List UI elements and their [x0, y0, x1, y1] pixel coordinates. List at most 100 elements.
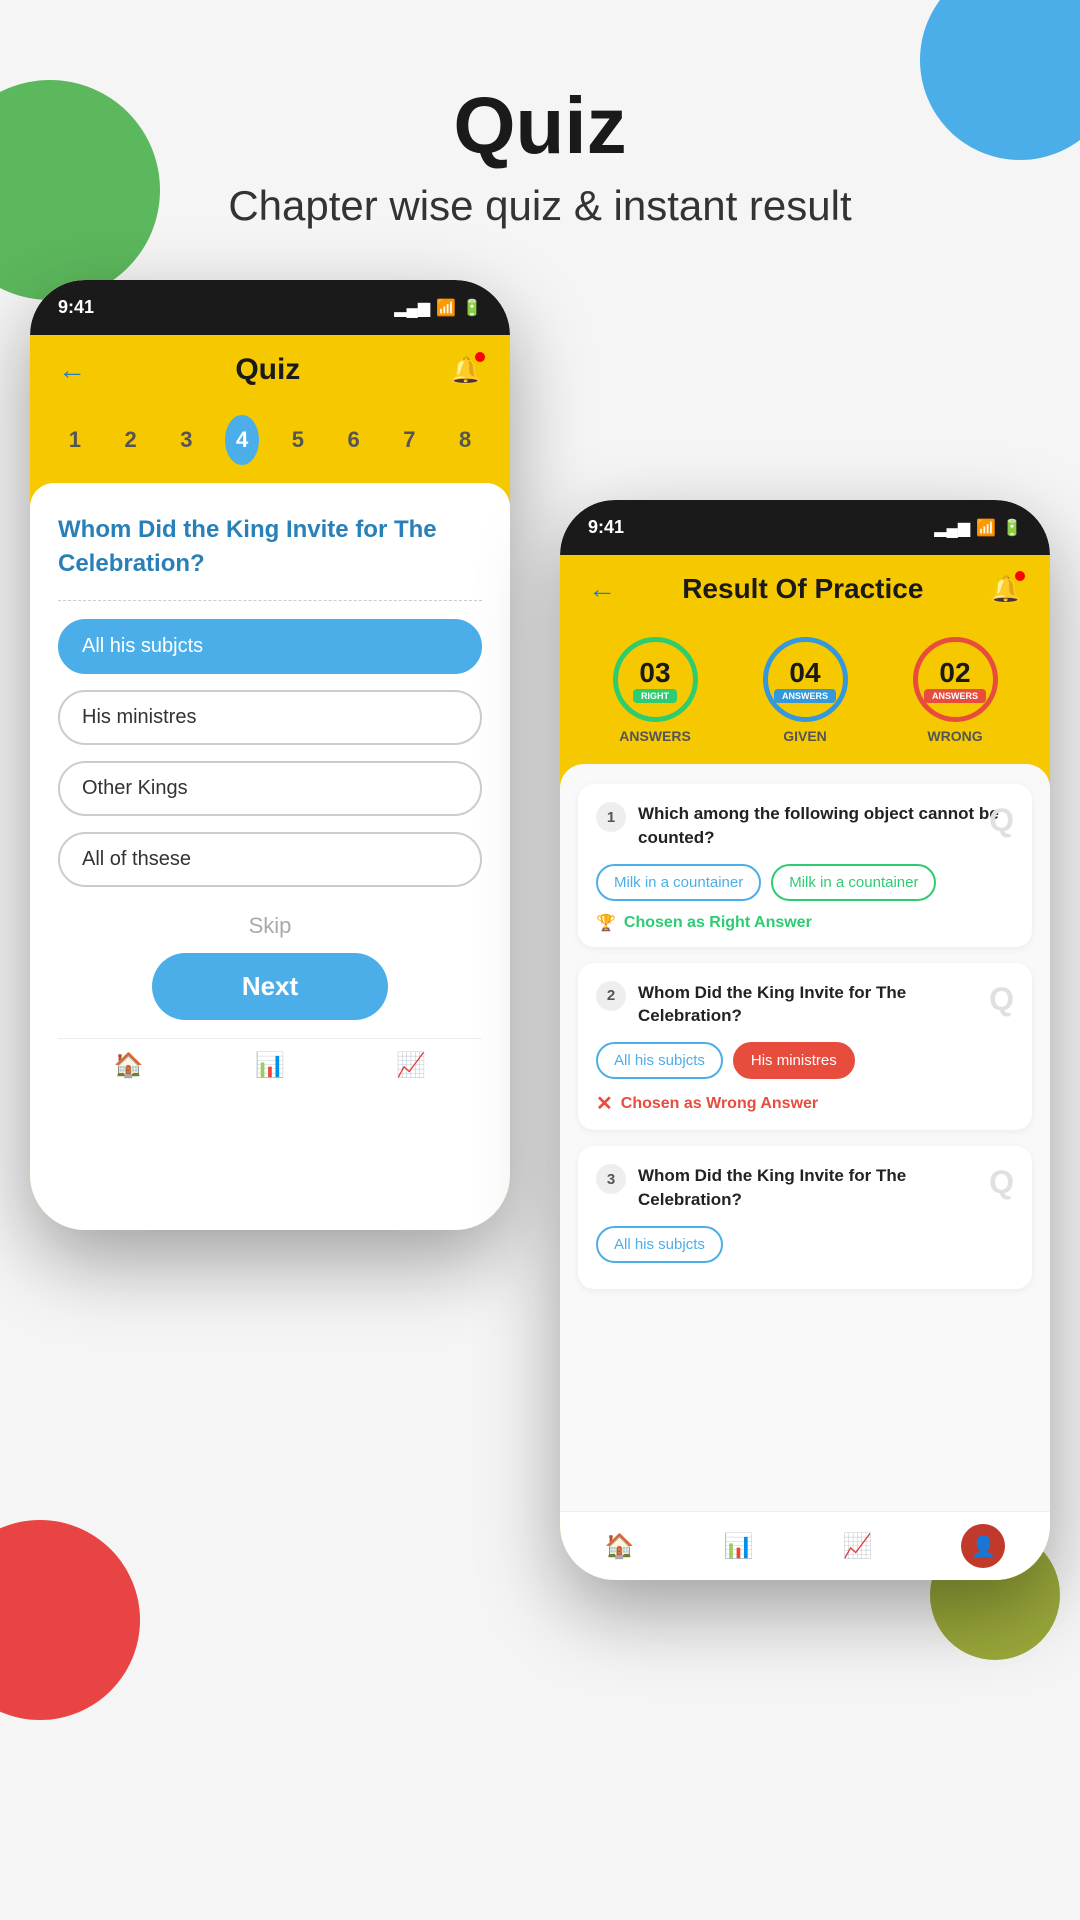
rq-decorative-icon-2: Q — [989, 981, 1014, 1018]
home-nav-icon[interactable]: 🏠 — [114, 1051, 144, 1080]
verdict-text-2: Chosen as Wrong Answer — [621, 1095, 818, 1113]
stats-row: 03 RIGHT ANSWERS 04 ANSWERS GIVEN 02 ANS… — [560, 623, 1050, 764]
stat-right: 03 RIGHT ANSWERS — [613, 637, 698, 744]
answer-option-3[interactable]: Other Kings — [58, 761, 482, 816]
q-num-7[interactable]: 7 — [393, 415, 427, 465]
wrong-icon: ✕ — [596, 1091, 613, 1116]
q-num-3[interactable]: 3 — [170, 415, 204, 465]
question-text: Whom Did the King Invite for The Celebra… — [58, 513, 482, 580]
result-battery-icon: 🔋 — [1002, 518, 1022, 538]
q-num-1[interactable]: 1 — [58, 415, 92, 465]
rq-ans-2a[interactable]: All his subjcts — [596, 1042, 723, 1079]
quiz-header-title: Quiz — [235, 353, 300, 387]
result-signal-icon: ▂▄▆ — [934, 518, 970, 538]
activity-nav-icon[interactable]: 📈 — [396, 1051, 426, 1080]
page-title: Quiz — [0, 80, 1080, 172]
quiz-phone-content: ← Quiz 🔔 1 2 3 4 5 6 7 8 Whom Did the Ki… — [30, 335, 510, 1230]
wifi-icon: 📶 — [436, 298, 456, 318]
result-title: Result Of Practice — [682, 573, 923, 605]
given-label: GIVEN — [783, 728, 827, 744]
quiz-phone-notch: 9:41 ▂▄▆ 📶 🔋 — [30, 280, 510, 335]
answer-option-4[interactable]: All of thsese — [58, 832, 482, 887]
answer-option-2[interactable]: His ministres — [58, 690, 482, 745]
result-bell-dot — [1015, 571, 1025, 581]
wrong-circle: 02 ANSWERS — [913, 637, 998, 722]
wrong-number: 02 — [939, 657, 970, 689]
skip-button[interactable]: Skip — [249, 913, 292, 939]
given-badge: ANSWERS — [774, 689, 836, 703]
bell-dot — [475, 352, 485, 362]
right-number: 03 — [639, 657, 670, 689]
battery-icon: 🔋 — [462, 298, 482, 318]
stat-wrong: 02 ANSWERS WRONG — [913, 637, 998, 744]
rq-num-2: 2 — [596, 981, 626, 1011]
result-phone: 9:41 ▂▄▆ 📶 🔋 ← Result Of Practice 🔔 03 R… — [560, 500, 1050, 1580]
rq-header-3: 3 Whom Did the King Invite for The Celeb… — [596, 1164, 1014, 1212]
answer-option-1[interactable]: All his subjcts — [58, 619, 482, 674]
chart-nav-icon[interactable]: 📊 — [255, 1051, 285, 1080]
q-num-4[interactable]: 4 — [225, 415, 259, 465]
bg-decoration-red — [0, 1520, 140, 1720]
result-chart-icon[interactable]: 📊 — [724, 1532, 754, 1561]
result-q-card-1: 1 Which among the following object canno… — [578, 784, 1032, 947]
quiz-header: ← Quiz 🔔 — [30, 335, 510, 405]
q-num-2[interactable]: 2 — [114, 415, 148, 465]
result-wifi-icon: 📶 — [976, 518, 996, 538]
stat-given: 04 ANSWERS GIVEN — [763, 637, 848, 744]
rq-verdict-1: 🏆 Chosen as Right Answer — [596, 913, 1014, 933]
rq-answers-3: All his subjcts — [596, 1226, 1014, 1263]
skip-next-area: Skip Next — [58, 903, 482, 1038]
rq-header-1: 1 Which among the following object canno… — [596, 802, 1014, 850]
question-card: Whom Did the King Invite for The Celebra… — [30, 483, 510, 1230]
question-numbers: 1 2 3 4 5 6 7 8 — [30, 405, 510, 483]
result-phone-content: ← Result Of Practice 🔔 03 RIGHT ANSWERS … — [560, 555, 1050, 1580]
right-circle: 03 RIGHT — [613, 637, 698, 722]
quiz-time: 9:41 — [58, 297, 94, 318]
rq-text-2: Whom Did the King Invite for The Celebra… — [638, 981, 1014, 1029]
rq-verdict-2: ✕ Chosen as Wrong Answer — [596, 1091, 1014, 1116]
signal-icon: ▂▄▆ — [394, 298, 430, 318]
result-bottom-nav: 🏠 📊 📈 👤 — [560, 1511, 1050, 1580]
rq-ans-2b[interactable]: His ministres — [733, 1042, 855, 1079]
trophy-icon: 🏆 — [596, 913, 616, 933]
right-label: ANSWERS — [619, 728, 691, 744]
rq-header-2: 2 Whom Did the King Invite for The Celeb… — [596, 981, 1014, 1029]
wrong-badge: ANSWERS — [924, 689, 986, 703]
verdict-text-1: Chosen as Right Answer — [624, 914, 812, 932]
quiz-back-button[interactable]: ← — [58, 354, 86, 386]
wrong-label: WRONG — [927, 728, 982, 744]
quiz-bottom-nav: 🏠 📊 📈 — [58, 1038, 482, 1092]
result-back-button[interactable]: ← — [588, 573, 616, 605]
result-phone-notch: 9:41 ▂▄▆ 📶 🔋 — [560, 500, 1050, 555]
page-header: Quiz Chapter wise quiz & instant result — [0, 80, 1080, 230]
rq-text-1: Which among the following object cannot … — [638, 802, 1014, 850]
user-avatar[interactable]: 👤 — [961, 1524, 1005, 1568]
result-home-icon[interactable]: 🏠 — [605, 1532, 635, 1561]
quiz-status-icons: ▂▄▆ 📶 🔋 — [394, 298, 482, 318]
result-q-card-3: 3 Whom Did the King Invite for The Celeb… — [578, 1146, 1032, 1289]
q-num-5[interactable]: 5 — [281, 415, 315, 465]
result-q-card-2: 2 Whom Did the King Invite for The Celeb… — [578, 963, 1032, 1131]
result-header: ← Result Of Practice 🔔 — [560, 555, 1050, 623]
next-button[interactable]: Next — [152, 953, 388, 1020]
bell-wrapper: 🔔 — [450, 355, 482, 386]
rq-ans-1a[interactable]: Milk in a countainer — [596, 864, 761, 901]
rq-num-3: 3 — [596, 1164, 626, 1194]
rq-ans-3a[interactable]: All his subjcts — [596, 1226, 723, 1263]
q-num-8[interactable]: 8 — [448, 415, 482, 465]
right-badge: RIGHT — [633, 689, 677, 703]
result-status-icons: ▂▄▆ 📶 🔋 — [934, 518, 1022, 538]
quiz-phone: 9:41 ▂▄▆ 📶 🔋 ← Quiz 🔔 1 2 3 4 5 6 7 8 — [30, 280, 510, 1230]
given-number: 04 — [789, 657, 820, 689]
result-activity-icon[interactable]: 📈 — [842, 1532, 872, 1561]
rq-decorative-icon-3: Q — [989, 1164, 1014, 1201]
rq-num-1: 1 — [596, 802, 626, 832]
result-time: 9:41 — [588, 517, 624, 538]
answer-divider — [58, 600, 482, 601]
results-scroll: 1 Which among the following object canno… — [560, 764, 1050, 1511]
rq-text-3: Whom Did the King Invite for The Celebra… — [638, 1164, 1014, 1212]
page-subtitle: Chapter wise quiz & instant result — [0, 182, 1080, 230]
rq-ans-1b[interactable]: Milk in a countainer — [771, 864, 936, 901]
q-num-6[interactable]: 6 — [337, 415, 371, 465]
result-bell-wrapper: 🔔 — [990, 574, 1022, 605]
